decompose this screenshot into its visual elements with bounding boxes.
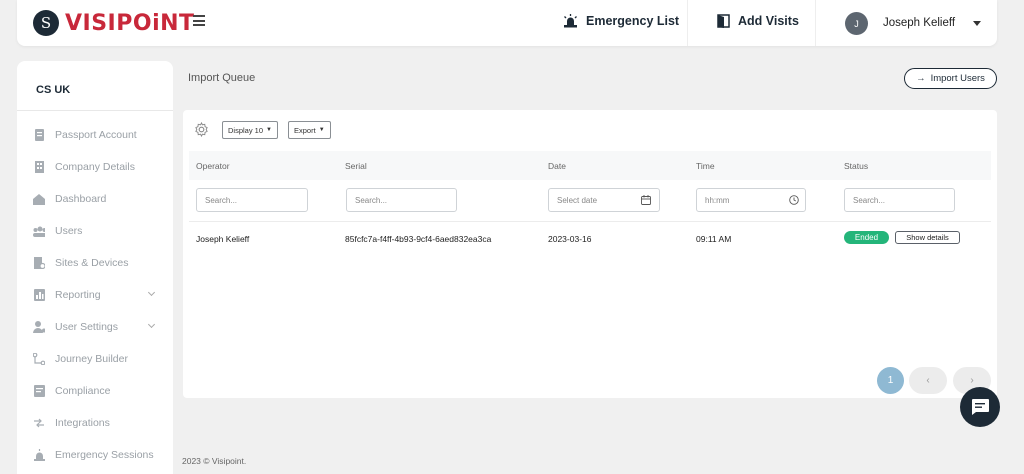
status-badge: Ended <box>844 231 889 244</box>
user-settings-icon <box>33 321 45 333</box>
sidebar-item-label: Company Details <box>55 161 135 173</box>
column-header-serial[interactable]: Serial <box>345 161 367 171</box>
import-users-label: Import Users <box>930 73 985 84</box>
column-header-status[interactable]: Status <box>844 161 868 171</box>
chat-button[interactable] <box>960 387 1000 427</box>
siren-icon <box>564 14 577 28</box>
sidebar-item-passport-account[interactable]: Passport Account <box>33 126 163 144</box>
sidebar-item-label: Dashboard <box>55 193 107 205</box>
sidebar-item-journey-builder[interactable]: Journey Builder <box>33 350 163 368</box>
chevron-down-icon[interactable] <box>147 288 156 297</box>
cell-time: 09:11 AM <box>696 234 732 244</box>
passport-icon <box>33 129 45 141</box>
sidebar-item-compliance[interactable]: Compliance <box>33 382 163 400</box>
gear-icon[interactable] <box>194 122 209 137</box>
display-count-label: Display 10 <box>228 125 264 135</box>
top-header: S VISIPOiNT Emergency List Add Visits J … <box>17 0 997 46</box>
clock-icon[interactable] <box>789 195 799 205</box>
serial-search-input[interactable] <box>346 188 457 212</box>
logo-mark-icon: S <box>33 10 59 36</box>
page-1-button[interactable]: 1 <box>877 367 904 394</box>
user-name[interactable]: Joseph Kelieff <box>883 17 955 29</box>
chevron-down-icon: ▼ <box>318 127 325 133</box>
show-details-button[interactable]: Show details <box>895 231 960 244</box>
header-divider <box>687 0 688 46</box>
column-header-operator[interactable]: Operator <box>196 161 230 171</box>
door-icon <box>717 14 730 28</box>
sidebar-item-integrations[interactable]: Integrations <box>33 414 163 432</box>
caret-down-icon[interactable] <box>973 21 981 26</box>
emergency-list-link[interactable]: Emergency List <box>563 14 679 28</box>
sidebar-item-emergency-sessions[interactable]: Emergency Sessions <box>33 446 163 464</box>
building-icon <box>33 161 45 173</box>
import-queue-card: Display 10 ▼ Export ▼ Operator Serial Date… <box>183 110 997 398</box>
chat-bubble-icon <box>972 399 989 415</box>
sidebar-item-dashboard[interactable]: Dashboard <box>33 190 163 208</box>
sidebar-item-company-details[interactable]: Company Details <box>33 158 163 176</box>
sidebar-item-user-settings[interactable]: User Settings <box>33 318 163 336</box>
footer-copyright: 2023 © Visipoint. <box>182 456 247 466</box>
org-name: CS UK <box>36 84 71 96</box>
add-visits-label: Add Visits <box>738 14 799 28</box>
import-users-button[interactable]: → Import Users <box>904 68 997 89</box>
status-search-input[interactable] <box>844 188 955 212</box>
cell-date: 2023-03-16 <box>548 234 592 244</box>
users-icon <box>33 225 45 237</box>
sidebar-item-users[interactable]: Users <box>33 222 163 240</box>
emergency-icon <box>33 449 45 461</box>
calendar-icon[interactable] <box>641 195 651 205</box>
sidebar-item-label: User Settings <box>55 321 119 333</box>
prev-page-button[interactable]: ‹ <box>909 367 947 394</box>
column-header-date[interactable]: Date <box>548 161 566 171</box>
operator-search-input[interactable] <box>196 188 308 212</box>
integrations-icon <box>33 417 45 429</box>
page-title: Import Queue <box>188 72 256 84</box>
sidebar-item-label: Compliance <box>55 385 111 397</box>
logo[interactable]: S VISIPOiNT <box>33 10 195 36</box>
reporting-icon <box>33 289 45 301</box>
arrow-right-icon: → <box>916 73 926 84</box>
emergency-list-label: Emergency List <box>586 14 680 28</box>
home-icon <box>33 193 45 205</box>
table-header: Operator Serial Date Time Status <box>189 151 991 180</box>
sidebar: CS UK Passport Account Company Details D… <box>17 61 173 474</box>
sidebar-item-label: Reporting <box>55 289 101 301</box>
sidebar-item-label: Journey Builder <box>55 353 128 365</box>
sidebar-item-reporting[interactable]: Reporting <box>33 286 163 304</box>
chevron-down-icon[interactable] <box>147 320 156 329</box>
header-divider <box>815 0 816 46</box>
hamburger-menu-icon[interactable] <box>193 15 205 27</box>
journey-icon <box>33 353 45 365</box>
export-label: Export <box>294 125 316 135</box>
row-divider <box>189 221 991 222</box>
column-header-time[interactable]: Time <box>696 161 715 171</box>
cell-serial: 85fcfc7a-f4ff-4b93-9cf4-6aed832ea3ca <box>345 234 492 244</box>
add-visits-link[interactable]: Add Visits <box>717 14 799 28</box>
sidebar-item-label: Sites & Devices <box>55 257 129 269</box>
cell-operator: Joseph Kelieff <box>196 234 250 244</box>
sidebar-item-label: Users <box>55 225 83 237</box>
logo-text: VISIPOiNT <box>65 10 195 36</box>
sites-icon <box>33 257 45 269</box>
sidebar-item-label: Integrations <box>55 417 110 429</box>
export-button[interactable]: Export ▼ <box>288 121 331 139</box>
chevron-down-icon: ▼ <box>266 127 272 133</box>
sidebar-item-label: Emergency Sessions <box>55 449 154 461</box>
user-avatar[interactable]: J <box>845 12 868 35</box>
sidebar-item-label: Passport Account <box>55 129 137 141</box>
display-count-select[interactable]: Display 10 ▼ <box>222 121 278 139</box>
sidebar-item-sites-devices[interactable]: Sites & Devices <box>33 254 163 272</box>
compliance-icon <box>33 385 45 397</box>
sidebar-divider <box>17 110 173 111</box>
